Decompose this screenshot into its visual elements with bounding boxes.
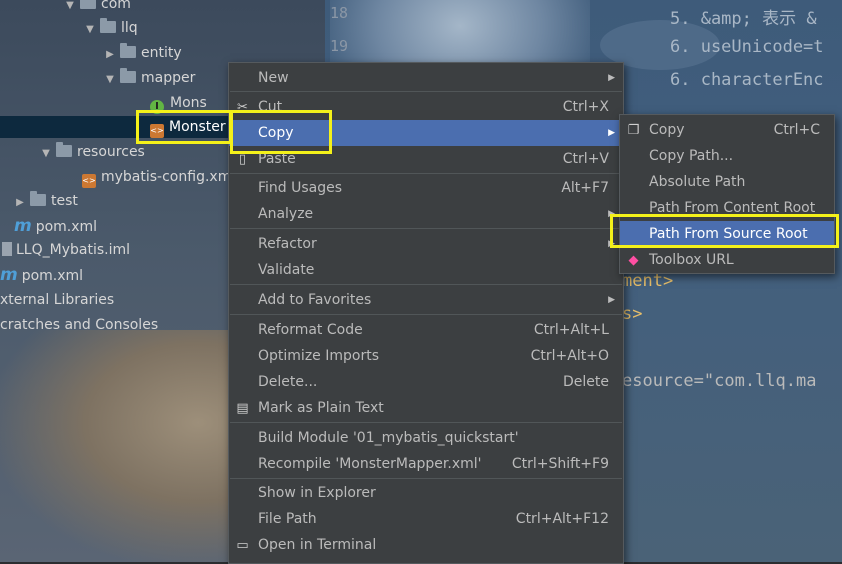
chevron-down-icon: ▼ bbox=[42, 148, 50, 159]
menu-item-paste[interactable]: ▯ Paste Ctrl+V bbox=[229, 146, 623, 172]
code-line: 5. &amp; 表示 & bbox=[670, 9, 817, 29]
tree-item-mapper-interface[interactable]: I Mons bbox=[150, 92, 207, 114]
xml-file-icon: <> bbox=[82, 174, 96, 188]
menu-separator bbox=[230, 284, 622, 285]
tree-item-resources[interactable]: ▼ resources bbox=[40, 141, 145, 163]
menu-item-optimize-imports[interactable]: Optimize Imports Ctrl+Alt+O bbox=[229, 343, 623, 369]
submenu-arrow-icon: ▶ bbox=[608, 295, 615, 305]
code-line: 6. characterEnc bbox=[670, 70, 824, 90]
chevron-right-icon: ▶ bbox=[16, 197, 24, 208]
menu-item-open-terminal[interactable]: ▭ Open in Terminal bbox=[229, 532, 623, 558]
chevron-down-icon: ▼ bbox=[106, 74, 114, 85]
menu-item-refactor[interactable]: Refactor ▶ bbox=[229, 231, 623, 257]
package-icon bbox=[80, 0, 96, 9]
menu-item-file-path[interactable]: File Path Ctrl+Alt+F12 bbox=[229, 506, 623, 532]
package-icon bbox=[120, 43, 136, 58]
line-number: 19 bbox=[330, 37, 349, 55]
code-line: ment> bbox=[622, 271, 674, 291]
submenu-item-source-root[interactable]: Path From Source Root bbox=[620, 221, 834, 247]
clipboard-icon: ▯ bbox=[238, 152, 247, 167]
tree-item-entity[interactable]: ▶ entity bbox=[104, 42, 182, 64]
submenu-item-absolute-path[interactable]: Absolute Path bbox=[620, 169, 834, 195]
maven-icon: m bbox=[0, 265, 18, 285]
tree-item-root-pom[interactable]: m pom.xml bbox=[0, 264, 83, 286]
interface-icon: I bbox=[150, 100, 164, 114]
submenu-item-copy-path[interactable]: Copy Path... bbox=[620, 143, 834, 169]
menu-separator bbox=[230, 478, 622, 479]
tree-item-com[interactable]: ▼ com bbox=[64, 0, 131, 15]
context-menu: New ▶ ✂ Cut Ctrl+X Copy ▶ ▯ Paste Ctrl+V… bbox=[228, 62, 624, 564]
resources-folder-icon bbox=[56, 142, 72, 157]
copy-icon: ❐ bbox=[627, 123, 640, 138]
code-line: esource="com.llq.ma bbox=[622, 371, 817, 391]
menu-item-show-explorer[interactable]: Show in Explorer bbox=[229, 480, 623, 506]
package-icon bbox=[100, 18, 116, 33]
menu-item-new[interactable]: New ▶ bbox=[229, 65, 623, 91]
code-line: 6. useUnicode=t bbox=[670, 37, 824, 57]
menu-separator bbox=[230, 228, 622, 229]
submenu-arrow-icon: ▶ bbox=[608, 128, 615, 138]
menu-separator bbox=[230, 173, 622, 174]
menu-separator bbox=[230, 422, 622, 423]
terminal-icon: ▭ bbox=[236, 538, 249, 553]
submenu-item-copy[interactable]: ❐ Copy Ctrl+C bbox=[620, 117, 834, 143]
chevron-right-icon: ▶ bbox=[106, 49, 114, 60]
menu-item-mark-plain-text[interactable]: ▤ Mark as Plain Text bbox=[229, 395, 623, 421]
submenu-arrow-icon: ▶ bbox=[608, 239, 615, 249]
tree-item-module-pom[interactable]: m pom.xml bbox=[14, 215, 97, 237]
tree-item-mapper-xml[interactable]: <> Monster bbox=[150, 116, 226, 138]
tree-item-llq[interactable]: ▼ llq bbox=[84, 17, 138, 39]
line-number: 18 bbox=[330, 4, 349, 22]
menu-separator bbox=[230, 314, 622, 315]
folder-icon bbox=[30, 191, 46, 206]
menu-item-cut[interactable]: ✂ Cut Ctrl+X bbox=[229, 94, 623, 120]
menu-item-validate[interactable]: Validate bbox=[229, 257, 623, 283]
menu-item-analyze[interactable]: Analyze ▶ bbox=[229, 201, 623, 227]
menu-item-find-usages[interactable]: Find Usages Alt+F7 bbox=[229, 175, 623, 201]
submenu-arrow-icon: ▶ bbox=[608, 73, 615, 83]
xml-file-icon: <> bbox=[150, 124, 164, 138]
submenu-item-content-root[interactable]: Path From Content Root bbox=[620, 195, 834, 221]
maven-icon: m bbox=[14, 216, 32, 236]
menu-item-recompile[interactable]: Recompile 'MonsterMapper.xml' Ctrl+Shift… bbox=[229, 451, 623, 477]
menu-item-copy[interactable]: Copy ▶ bbox=[229, 120, 623, 146]
submenu-item-toolbox-url[interactable]: ◆ Toolbox URL bbox=[620, 247, 834, 273]
menu-item-add-favorites[interactable]: Add to Favorites ▶ bbox=[229, 287, 623, 313]
menu-item-delete[interactable]: Delete... Delete bbox=[229, 369, 623, 395]
menu-item-build-module[interactable]: Build Module '01_mybatis_quickstart' bbox=[229, 425, 623, 451]
submenu-arrow-icon: ▶ bbox=[608, 209, 615, 219]
tree-item-iml[interactable]: LLQ_Mybatis.iml bbox=[2, 239, 130, 261]
menu-separator bbox=[230, 91, 622, 92]
plain-text-icon: ▤ bbox=[236, 401, 249, 416]
copy-submenu: ❐ Copy Ctrl+C Copy Path... Absolute Path… bbox=[619, 114, 835, 274]
toolbox-icon: ◆ bbox=[628, 253, 639, 268]
tree-item-external-libraries[interactable]: xternal Libraries bbox=[0, 289, 114, 311]
iml-file-icon bbox=[2, 242, 12, 256]
tree-item-test[interactable]: ▶ test bbox=[14, 190, 78, 212]
chevron-down-icon: ▼ bbox=[86, 24, 94, 35]
code-line: s> bbox=[622, 304, 643, 324]
tree-item-mapper[interactable]: ▼ mapper bbox=[104, 67, 195, 89]
tree-item-mybatis-config[interactable]: <> mybatis-config.xml bbox=[82, 166, 235, 188]
menu-item-reformat[interactable]: Reformat Code Ctrl+Alt+L bbox=[229, 317, 623, 343]
chevron-down-icon: ▼ bbox=[66, 0, 74, 11]
tree-item-scratches[interactable]: cratches and Consoles bbox=[0, 314, 158, 336]
scissors-icon: ✂ bbox=[237, 100, 248, 115]
package-icon bbox=[120, 68, 136, 83]
